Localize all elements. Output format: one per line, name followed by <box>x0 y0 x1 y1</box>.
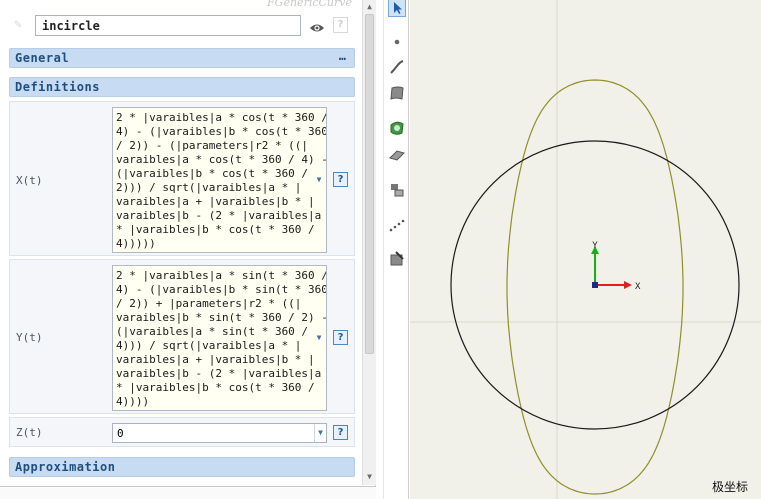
y-label: Y(t) <box>16 331 43 344</box>
definition-row-z: Z(t) ▼ ? <box>9 417 355 447</box>
surface-icon[interactable] <box>388 84 406 102</box>
section-approximation-title: Approximation <box>15 460 116 474</box>
help-icon-disabled: ? <box>333 17 348 33</box>
y-help-button[interactable]: ? <box>333 330 348 345</box>
origin-marker <box>592 282 598 288</box>
scroll-down-icon[interactable]: ▼ <box>365 472 374 481</box>
visibility-eye-icon[interactable] <box>309 19 325 32</box>
chevron-down-icon[interactable]: ▼ <box>314 424 326 442</box>
axis-y-label: Y <box>592 241 598 251</box>
x-label: X(t) <box>16 174 43 187</box>
section-approximation[interactable]: Approximation <box>9 457 355 477</box>
select-arrow-icon[interactable] <box>388 0 406 17</box>
section-definitions-title: Definitions <box>15 80 100 94</box>
face-icon[interactable] <box>388 119 406 137</box>
viewport-canvas: Y X <box>410 0 761 499</box>
section-definitions[interactable]: Definitions <box>9 77 355 97</box>
x-axis-arrow <box>624 281 632 289</box>
point-icon[interactable] <box>388 33 406 51</box>
definition-row-y: Y(t) 2 * |varaibles|a * sin(t * 360 / 4)… <box>9 259 355 414</box>
chevron-down-icon[interactable]: ▼ <box>314 334 324 342</box>
panel-header: FGenericCurve <box>0 0 362 14</box>
section-general-title: General <box>15 51 70 65</box>
object-name-input[interactable] <box>35 15 301 36</box>
scrollbar-thumb[interactable] <box>365 14 374 354</box>
viewport-label: 极坐标 <box>712 480 749 494</box>
section-more-button[interactable]: … <box>339 49 346 63</box>
clip-icon[interactable] <box>388 250 406 268</box>
definition-row-x: X(t) 2 * |varaibles|a * cos(t * 360 / 4)… <box>9 101 355 256</box>
scroll-up-icon[interactable]: ▲ <box>365 2 374 11</box>
y-expression-field[interactable]: 2 * |varaibles|a * sin(t * 360 / 4) - (|… <box>112 265 327 411</box>
panel-footer <box>0 486 376 499</box>
x-help-button[interactable]: ? <box>333 172 348 187</box>
x-expression-field[interactable]: 2 * |varaibles|a * cos(t * 360 / 4) - (|… <box>112 107 327 253</box>
plane-icon[interactable] <box>388 146 406 164</box>
3d-viewport[interactable]: Y X 极坐标 <box>410 0 761 499</box>
curve-icon[interactable] <box>388 58 406 76</box>
name-row: ✎ ? <box>14 15 354 37</box>
dotted-line-icon[interactable] <box>388 216 406 234</box>
pencil-icon: ✎ <box>14 17 22 32</box>
vertical-toolbar <box>383 0 409 499</box>
panel-scrollbar[interactable]: ▲ ▼ <box>362 0 376 485</box>
panel-title: FGenericCurve <box>267 0 352 9</box>
axis-x-label: X <box>635 282 641 292</box>
section-general[interactable]: General … <box>9 48 355 68</box>
property-panel: FGenericCurve ✎ ? General … Definitions … <box>0 0 376 499</box>
z-expression-field[interactable] <box>112 423 327 443</box>
frame-icon[interactable] <box>388 181 406 199</box>
chevron-down-icon[interactable]: ▼ <box>314 176 324 184</box>
z-help-button[interactable]: ? <box>333 425 348 440</box>
z-label: Z(t) <box>16 426 43 439</box>
